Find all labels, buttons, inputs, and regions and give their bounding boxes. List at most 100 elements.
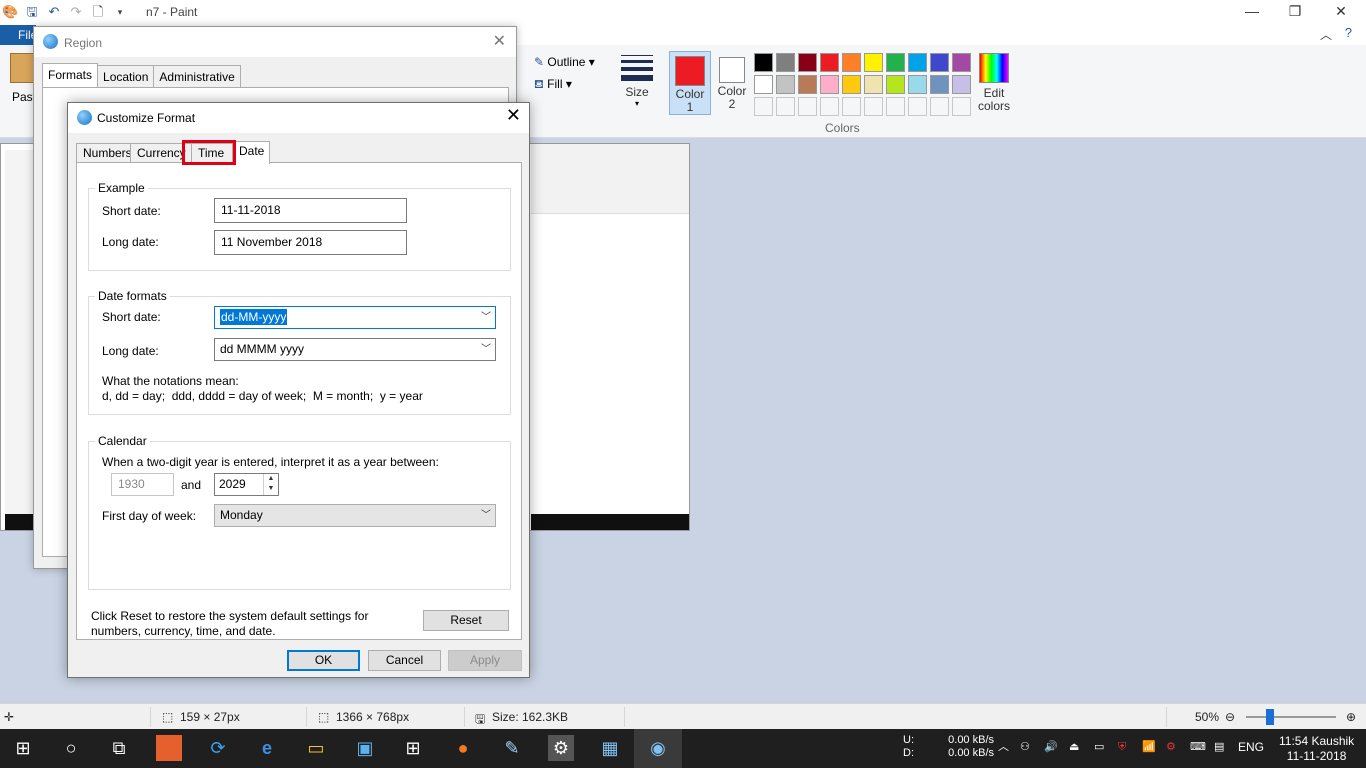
palette-swatch[interactable] [886,75,905,94]
region-globe-taskbar-icon[interactable]: ◉ [645,735,671,761]
image-size-icon: ⬚ [318,710,330,724]
undo-icon[interactable]: ↶ [46,4,62,20]
file-explorer-icon[interactable]: ▭ [303,735,329,761]
palette-custom-slot[interactable] [908,97,927,116]
palette-custom-slot[interactable] [776,97,795,116]
reset-button[interactable]: Reset [423,610,509,631]
edge-icon[interactable]: e [254,735,280,761]
control-panel-icon[interactable]: ▦ [597,735,623,761]
paint-app-icon[interactable]: 🎨 [2,4,18,20]
ok-button[interactable]: OK [287,650,360,671]
language-indicator[interactable]: ENG [1238,741,1264,754]
search-icon[interactable]: ○ [58,735,84,761]
palette-swatch[interactable] [820,53,839,72]
fill-button[interactable]: ⛾ Fill ▾ [534,77,572,93]
long-date-format-combo[interactable]: dd MMMM yyyy ﹀ [214,338,496,361]
qat-dropdown-icon[interactable]: ▾ [112,4,128,20]
palette-custom-slot[interactable] [754,97,773,116]
palette-custom-slot[interactable] [930,97,949,116]
palette-custom-slot[interactable] [886,97,905,116]
security-icon[interactable]: ⛨ [1118,741,1126,754]
restore-button[interactable]: ❐ [1280,3,1310,20]
sync-icon[interactable]: ⟳ [205,735,231,761]
palette-swatch[interactable] [776,53,795,72]
chevron-down-icon[interactable]: ﹀ [481,339,491,360]
palette-custom-slot[interactable] [864,97,883,116]
tab-numbers[interactable]: Numbers [76,143,132,163]
remote-desktop-icon[interactable]: ▣ [352,735,378,761]
close-button[interactable]: ✕ [1326,3,1356,20]
palette-swatch[interactable] [776,75,795,94]
zoom-out-button[interactable]: ⊖ [1225,710,1235,724]
zoom-slider-track[interactable] [1246,716,1336,718]
people-icon[interactable]: ⚇ [1020,741,1030,754]
app-tray-icon[interactable]: ⚙ [1166,741,1176,754]
palette-custom-slot[interactable] [842,97,861,116]
redo-icon[interactable]: ↷ [68,4,84,20]
palette-swatch[interactable] [908,53,927,72]
firefox-icon[interactable]: ● [450,735,476,761]
battery-icon[interactable]: ▭ [1094,741,1104,754]
palette-swatch[interactable] [864,75,883,94]
palette-swatch[interactable] [952,53,971,72]
file-tab[interactable]: File [0,25,37,45]
minimize-button[interactable]: — [1237,3,1267,19]
settings-icon[interactable]: ⚙ [548,735,574,761]
palette-swatch[interactable] [864,53,883,72]
windows-start-icon[interactable]: ⊞ [10,735,36,761]
show-hidden-icons[interactable]: ︿ [998,741,1009,754]
outline-button[interactable]: ✎ Outline ▾ [534,55,595,69]
volume-icon[interactable]: 🔊 [1044,741,1058,754]
outline-label: Outline [547,55,586,69]
palette-swatch[interactable] [842,53,861,72]
wifi-icon[interactable]: 📶 [1142,741,1156,754]
notifications-icon[interactable]: ▤ [1214,741,1224,754]
color1-button[interactable]: Color 1 [669,51,711,115]
zoom-slider-thumb[interactable] [1266,709,1274,725]
ribbon-collapse-icon[interactable]: ︿ [1320,26,1332,43]
usb-icon[interactable]: ⏏ [1069,741,1079,754]
palette-swatch[interactable] [798,53,817,72]
store-icon[interactable]: ⊞ [400,735,426,761]
palette-swatch[interactable] [952,75,971,94]
first-day-label: First day of week: [102,509,197,523]
palette-custom-slot[interactable] [952,97,971,116]
spinner-updown-icon[interactable]: ▲ ▼ [263,474,278,495]
zoom-in-button[interactable]: ⊕ [1346,710,1356,724]
tab-date[interactable]: Date [232,141,270,164]
task-view-icon[interactable]: ⧉ [106,735,132,761]
short-date-format-combo[interactable]: dd-MM-yyyy ﹀ [214,306,496,329]
palette-swatch[interactable] [798,75,817,94]
size-button[interactable]: Size ▾ [620,55,654,108]
help-icon[interactable]: ? [1345,25,1352,40]
palette-swatch[interactable] [930,75,949,94]
save-icon[interactable]: 🖫 [24,4,40,20]
palette-swatch[interactable] [754,53,773,72]
palette-swatch[interactable] [908,75,927,94]
first-day-value: Monday [220,508,263,522]
region-tab-formats[interactable]: Formats [42,63,99,88]
chevron-down-icon[interactable]: ﹀ [481,307,491,328]
dialog-close-button[interactable]: ✕ [506,105,521,126]
example-long-date: 11 November 2018 [214,230,407,255]
chevron-down-icon[interactable]: ﹀ [481,505,491,526]
keyboard-icon[interactable]: ⌨ [1190,741,1206,754]
palette-swatch[interactable] [886,53,905,72]
app-orange-icon[interactable] [156,735,182,761]
first-day-combo[interactable]: Monday ﹀ [214,504,496,527]
region-close-button[interactable]: ✕ [493,31,506,51]
year-to-spinner[interactable]: 2029 ▲ ▼ [214,473,279,496]
palette-swatch[interactable] [754,75,773,94]
paint-taskbar-icon[interactable]: ✎ [499,735,525,761]
edit-colors-button[interactable]: Edit colors [975,53,1013,113]
canvas-screenshot-window [531,144,689,214]
palette-swatch[interactable] [842,75,861,94]
palette-swatch[interactable] [820,75,839,94]
palette-swatch[interactable] [930,53,949,72]
color2-button[interactable]: Color 2 [714,51,750,115]
cancel-button[interactable]: Cancel [368,650,441,671]
new-document-icon[interactable]: 🗋 [90,4,106,20]
clock[interactable]: 11:54 Kaushik 11-11-2018 [1279,734,1354,764]
palette-custom-slot[interactable] [820,97,839,116]
palette-custom-slot[interactable] [798,97,817,116]
